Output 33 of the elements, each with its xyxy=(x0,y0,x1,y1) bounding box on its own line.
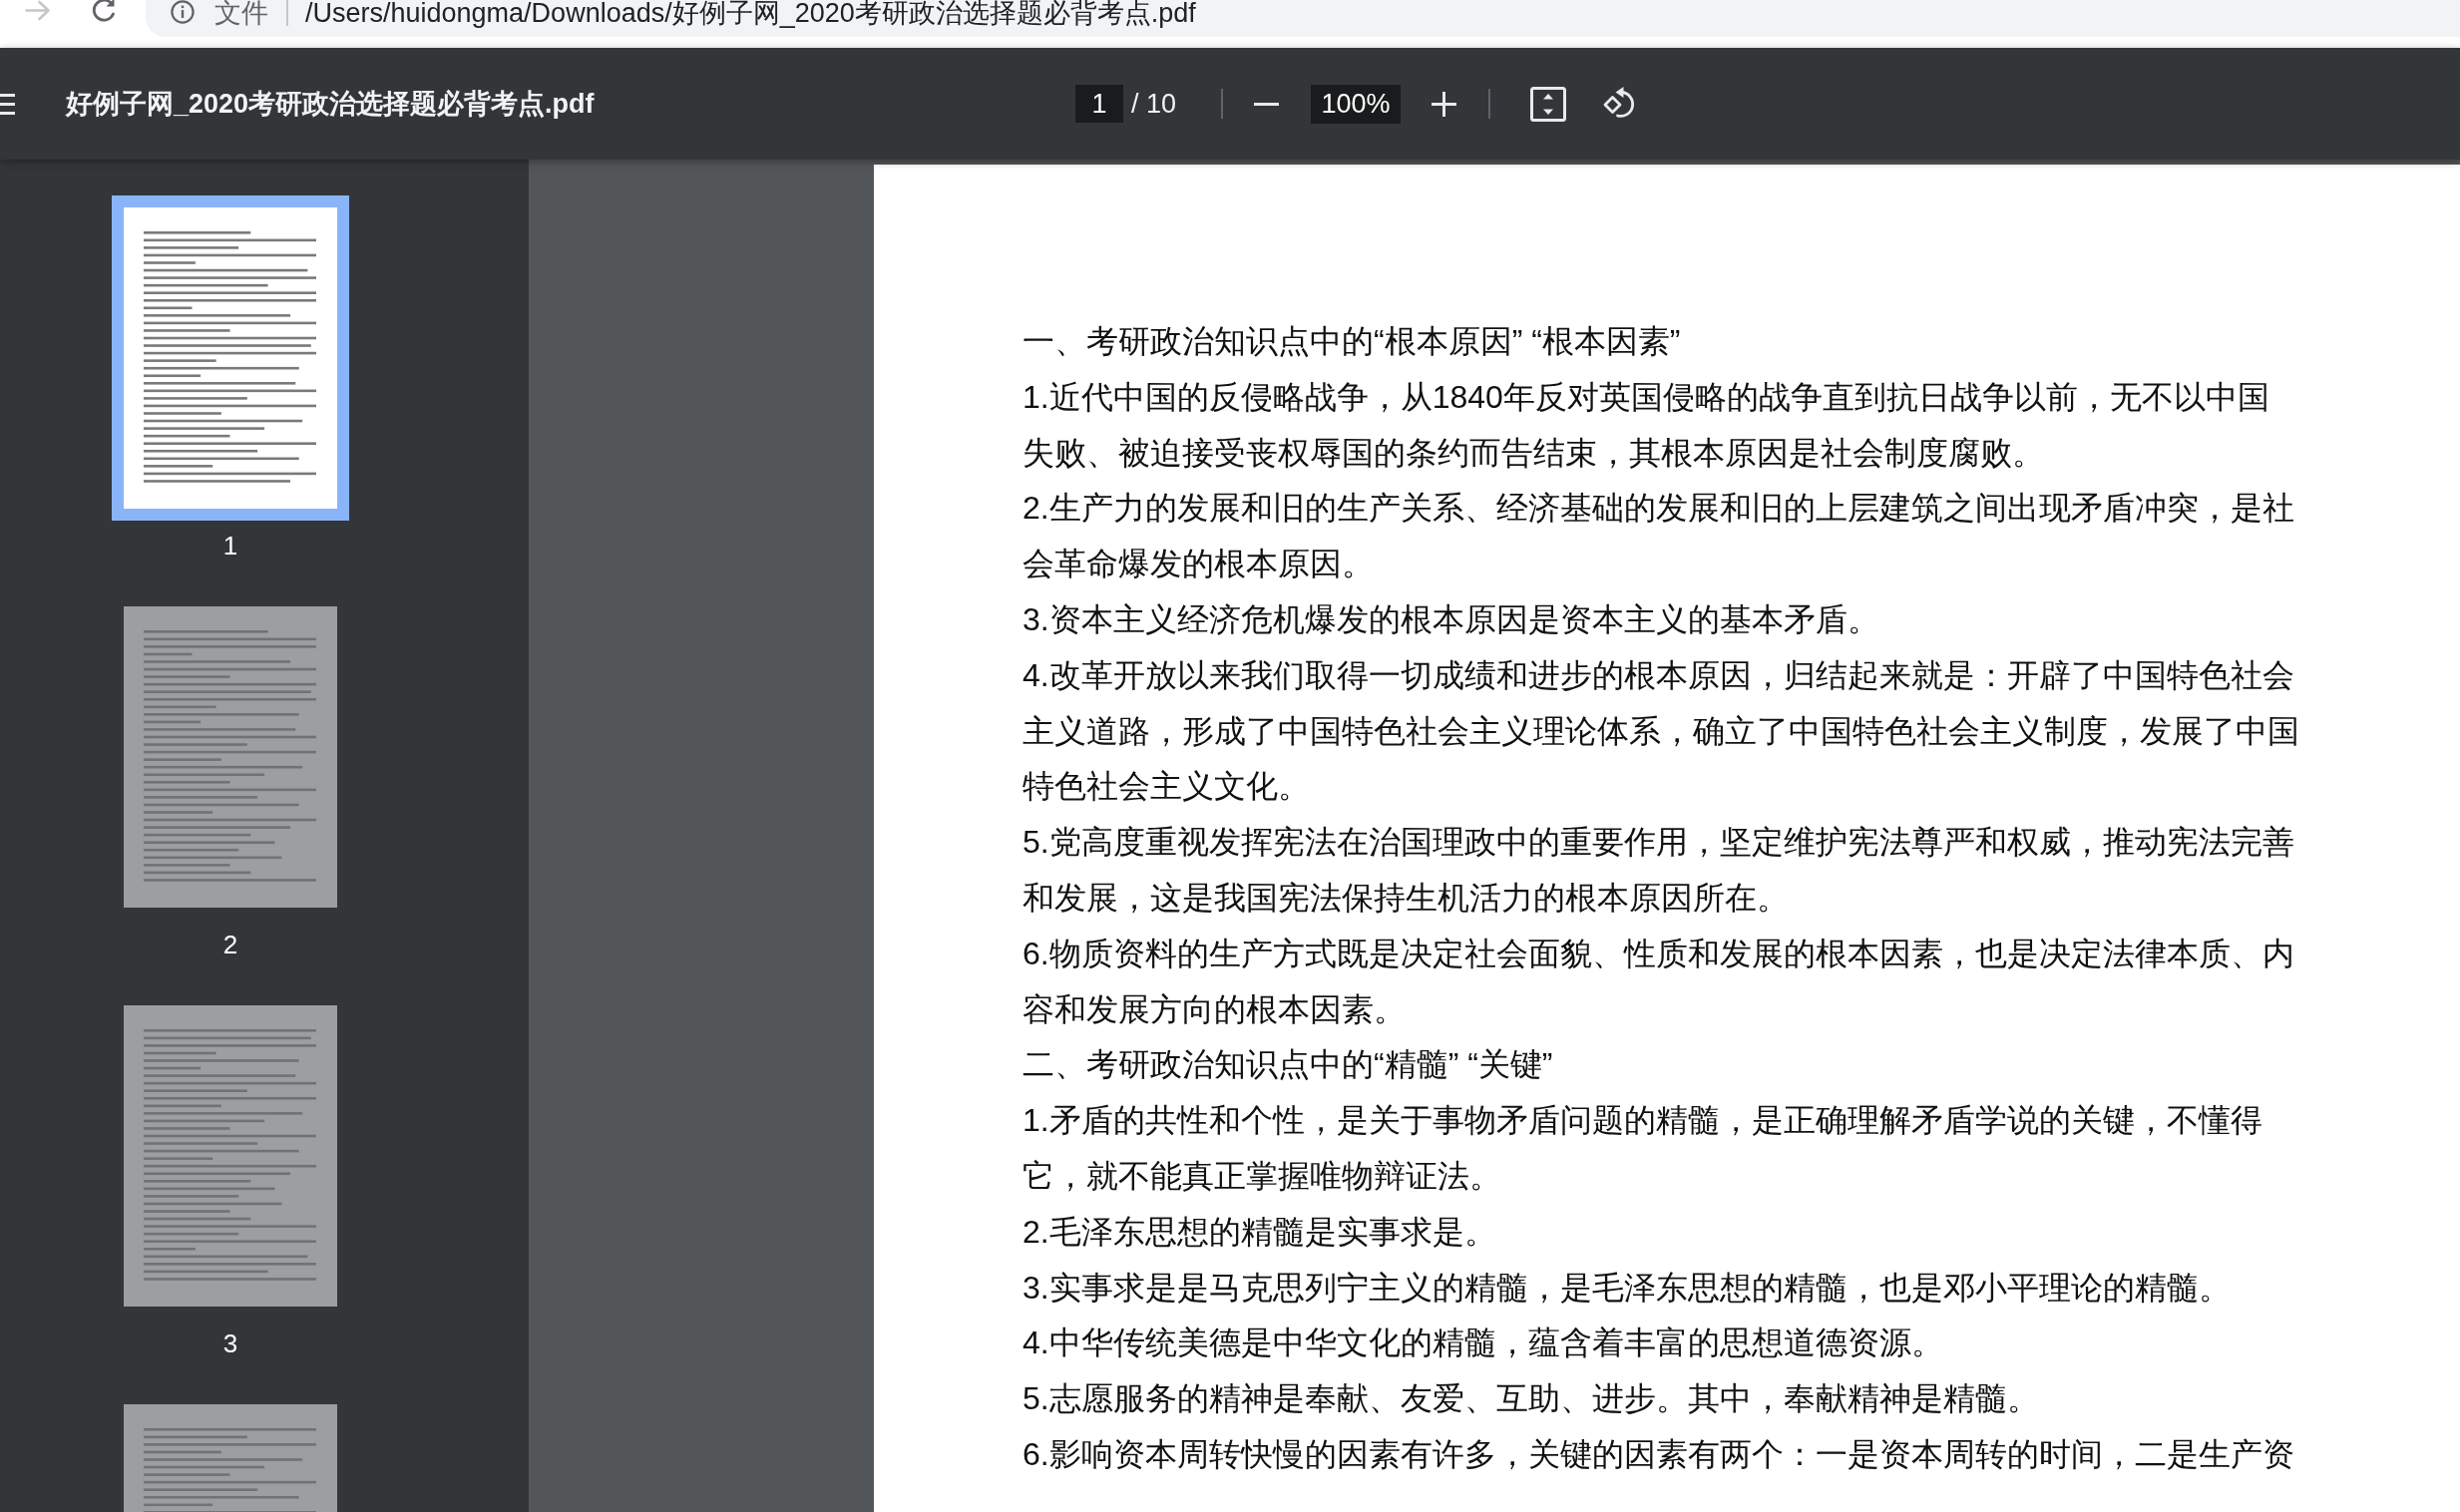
paragraph: 2.生产力的发展和旧的生产关系、经济基础的发展和旧的上层建筑之间出现矛盾冲突，是社 会革命爆发的根本原因。 xyxy=(1023,489,2294,584)
paragraph: 4.中华传统美德是中华文化的精髓，蕴含着丰富的思想道德资源。 xyxy=(1023,1323,1943,1363)
paragraph: 2.毛泽东思想的精髓是实事求是。 xyxy=(1023,1212,1496,1252)
info-icon[interactable] xyxy=(171,0,195,24)
paragraph: 4.改革开放以来我们取得一切成绩和进步的根本原因，归结起来就是：开辟了中国特色社会 主义道路，形成了中国特色社会主义理论体系，确立了中国特色社会主义制度，发展了中国 特色社会主义文化。 xyxy=(1023,655,2299,807)
page-count: / 10 xyxy=(1131,87,1177,121)
address-bar[interactable]: 文件 /Users/huidongma/Downloads/好例子网_2020考研政治选择题必背考点.pdf xyxy=(146,0,2460,37)
paragraph: 3.资本主义经济危机爆发的根本原因是资本主义的基本矛盾。 xyxy=(1023,600,1879,639)
scheme-label: 文件 xyxy=(214,0,268,27)
page-thumbnail[interactable] xyxy=(124,606,337,908)
page-thumbnail[interactable] xyxy=(124,1005,337,1307)
minus-icon[interactable] xyxy=(1254,102,1280,106)
paragraph: 1.矛盾的共性和个性，是关于事物矛盾问题的精髓，是正确理解矛盾学说的关键，不懂得 它，就不能真正掌握唯物辩证法。 xyxy=(1023,1101,2262,1196)
paragraph: 二、考研政治知识点中的“精髓” “关键” xyxy=(1023,1045,1553,1085)
menu-icon[interactable] xyxy=(0,93,15,115)
url-text: /Users/huidongma/Downloads/好例子网_2020考研政治选择题必背考点.pdf xyxy=(305,0,1196,27)
paragraph: 1.近代中国的反侵略战争，从1840年反对英国侵略的战争直到抗日战争以前，无不以中国 失败、被迫接受丧权辱国的条约而告结束，其根本原因是社会制度腐败。 xyxy=(1023,377,2269,473)
paragraph: 6.物质资料的生产方式既是决定社会面貌、性质和发展的根本因素，也是决定法律本质、内 容和发展方向的根本因素。 xyxy=(1023,934,2294,1029)
paragraph: 3.实事求是是马克思列宁主义的精髓，是毛泽东思想的精髓，也是邓小平理论的精髓。 xyxy=(1023,1268,2231,1308)
page-number-label: 2 xyxy=(222,929,238,961)
page-number-label: 3 xyxy=(222,1327,238,1360)
zoom-field[interactable]: 100% xyxy=(1311,84,1402,124)
document-title: 好例子网_2020考研政治选择题必背考点.pdf xyxy=(66,87,595,121)
paragraph: 6.影响资本周转快慢的因素有许多，关键的因素有两个：一是资本周转的时间，二是生产资 xyxy=(1023,1434,2294,1474)
plus-icon[interactable] xyxy=(1432,91,1457,117)
page-number-field[interactable]: 1 xyxy=(1075,85,1123,123)
page-number-label: 1 xyxy=(222,530,238,563)
fit-page-icon[interactable] xyxy=(1530,86,1567,122)
paragraph: 5.志愿服务的精神是奉献、友爱、互助、进步。其中，奉献精神是精髓。 xyxy=(1023,1379,2039,1419)
paragraph: 一、考研政治知识点中的“根本原因” “根本因素” xyxy=(1023,322,1681,361)
page-thumbnail[interactable] xyxy=(112,195,349,521)
reload-icon[interactable] xyxy=(90,0,117,22)
paragraph: 5.党高度重视发挥宪法在治国理政中的重要作用，坚定维护宪法尊严和权威，推动宪法完善 和发展，这是我国宪法保持生机活力的根本原因所在。 xyxy=(1023,823,2294,918)
